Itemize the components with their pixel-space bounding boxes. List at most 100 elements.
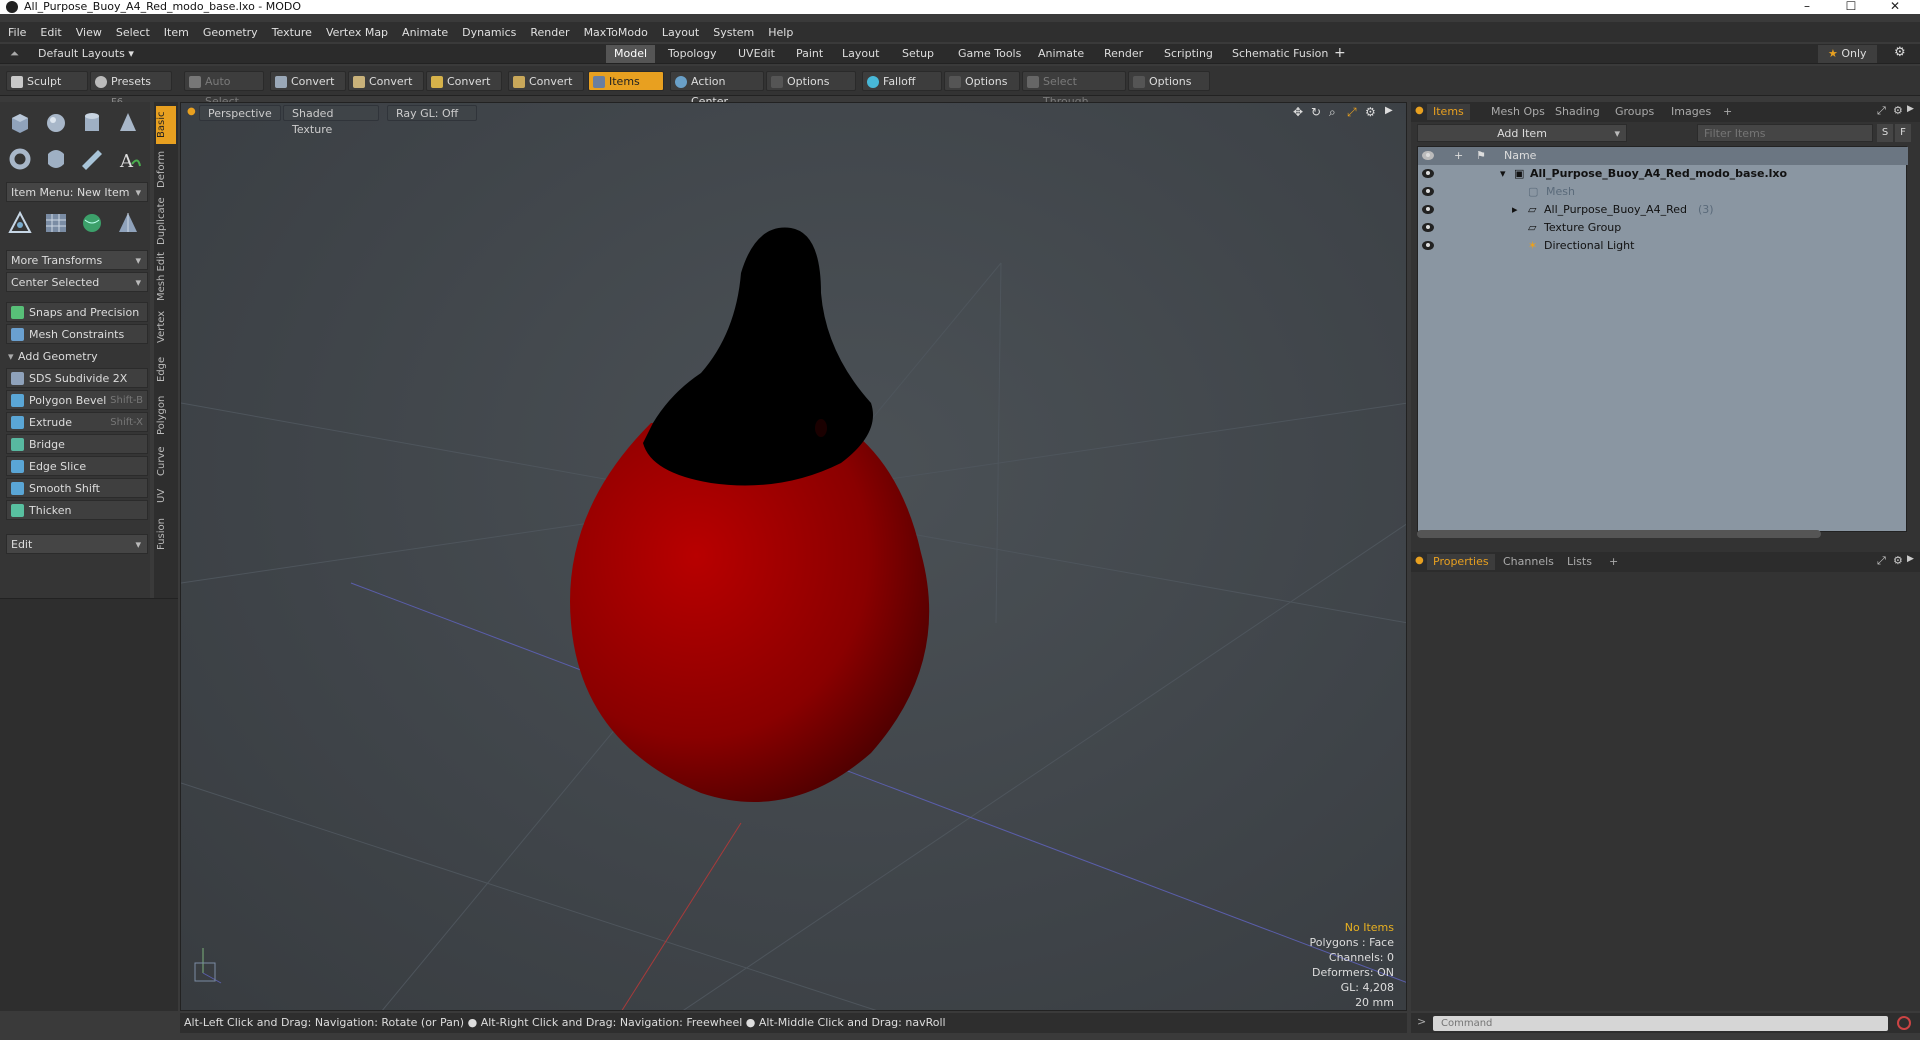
menu-maxtomodo[interactable]: MaxToModo: [584, 26, 648, 39]
action-center-button[interactable]: Action Center: [670, 71, 764, 108]
pen-icon[interactable]: [76, 144, 108, 174]
panel-settings-icon[interactable]: ⚙: [1893, 104, 1903, 117]
edge-slice-button[interactable]: Edge Slice: [6, 456, 148, 476]
minimize-icon[interactable]: –: [1784, 0, 1830, 14]
menu-select[interactable]: Select: [116, 26, 150, 39]
menu-file[interactable]: File: [8, 26, 26, 39]
tab-layout[interactable]: Layout: [834, 45, 887, 63]
vtab-deform[interactable]: Deform: [156, 148, 176, 190]
tab-scripting[interactable]: Scripting: [1156, 45, 1221, 63]
vtab-vertex[interactable]: Vertex: [156, 308, 176, 346]
tab-model[interactable]: Model: [606, 45, 656, 63]
vtab-curve[interactable]: Curve: [156, 444, 176, 478]
edit-dropdown[interactable]: Edit: [6, 534, 148, 555]
filter-f-button[interactable]: F: [1895, 124, 1911, 142]
item-tree-scrollbar[interactable]: [1417, 530, 1821, 538]
panel-menu-icon[interactable]: ▶: [1907, 104, 1914, 114]
snaps-precision-button[interactable]: Snaps and Precision: [6, 302, 148, 322]
cylinder-icon[interactable]: [76, 108, 108, 138]
tab-properties[interactable]: Properties: [1427, 554, 1495, 570]
buoy-model[interactable]: [570, 227, 930, 802]
transform-icon[interactable]: [4, 208, 36, 238]
text-icon[interactable]: A: [112, 144, 144, 174]
mesh-constraints-button[interactable]: Mesh Constraints: [6, 324, 148, 344]
sphere-icon[interactable]: [40, 108, 72, 138]
tab-channels[interactable]: Channels: [1497, 554, 1560, 570]
convert-polygon-button[interactable]: Convert: [426, 71, 502, 91]
convert-edge-button[interactable]: Convert: [348, 71, 424, 91]
expand-panel-icon[interactable]: ⤢: [1877, 104, 1886, 118]
vtab-uv[interactable]: UV: [156, 484, 176, 508]
tree-row-mesh[interactable]: ▢ Mesh: [1418, 183, 1908, 201]
add-tab-icon[interactable]: +: [1334, 45, 1346, 61]
cone-icon[interactable]: [112, 108, 144, 138]
visibility-icon[interactable]: [1422, 169, 1434, 178]
select-options-button[interactable]: Options: [1128, 71, 1210, 91]
falloff-button[interactable]: Falloff: [862, 71, 942, 91]
vtab-mesh-edit[interactable]: Mesh Edit: [156, 252, 176, 302]
tree-row-scene[interactable]: ▾ ▣ All_Purpose_Buoy_A4_Red_modo_base.lx…: [1418, 165, 1908, 183]
grid-icon[interactable]: [40, 208, 72, 238]
pyramid-icon[interactable]: [112, 208, 144, 238]
expand-icon[interactable]: ▸: [1512, 201, 1518, 219]
center-selected-dropdown[interactable]: Center Selected: [6, 272, 148, 293]
menu-geometry[interactable]: Geometry: [203, 26, 258, 39]
more-transforms-dropdown[interactable]: More Transforms: [6, 250, 148, 271]
menu-dynamics[interactable]: Dynamics: [462, 26, 516, 39]
tree-row-light[interactable]: ✶ Directional Light: [1418, 237, 1908, 255]
vtab-polygon[interactable]: Polygon: [156, 392, 176, 438]
sds-subdivide-button[interactable]: SDS Subdivide 2X: [6, 368, 148, 388]
menu-layout[interactable]: Layout: [662, 26, 699, 39]
visibility-icon[interactable]: [1422, 187, 1434, 196]
vtab-edge[interactable]: Edge: [156, 352, 176, 386]
items-mode-button[interactable]: Items: [588, 71, 664, 91]
collapse-icon[interactable]: ▾: [1500, 165, 1506, 183]
convert-vertex-button[interactable]: Convert: [270, 71, 346, 91]
default-layouts-dropdown[interactable]: Default Layouts ▾: [38, 47, 134, 60]
add-panel-tab-icon[interactable]: +: [1603, 554, 1624, 570]
add-item-dropdown[interactable]: Add Item ▾: [1417, 124, 1627, 142]
falloff-options-button[interactable]: Options: [944, 71, 1020, 91]
3d-viewport[interactable]: ● Perspective Shaded Texture Ray GL: Off…: [180, 102, 1407, 1011]
menu-animate[interactable]: Animate: [402, 26, 448, 39]
polygon-bevel-button[interactable]: Polygon Bevel Shift-B: [6, 390, 148, 410]
menu-edit[interactable]: Edit: [40, 26, 61, 39]
extrude-button[interactable]: Extrude Shift-X: [6, 412, 148, 432]
layout-toggle-icon[interactable]: ⏶: [10, 47, 19, 61]
tab-mesh-ops[interactable]: Mesh Ops: [1485, 104, 1551, 120]
vtab-fusion[interactable]: Fusion: [156, 514, 176, 554]
add-panel-tab-icon[interactable]: +: [1717, 104, 1738, 120]
tab-topology[interactable]: Topology: [660, 45, 725, 63]
visibility-icon[interactable]: [1422, 223, 1434, 232]
filter-items-input[interactable]: [1697, 124, 1873, 142]
close-icon[interactable]: ✕: [1872, 0, 1918, 14]
presets-button[interactable]: Presets F6: [90, 71, 172, 108]
vtab-duplicate[interactable]: Duplicate: [156, 196, 176, 246]
convert-material-button[interactable]: Convert: [508, 71, 584, 91]
item-menu-dropdown[interactable]: Item Menu: New Item: [6, 182, 148, 203]
panel-menu-icon[interactable]: ▶: [1907, 554, 1914, 564]
menu-help[interactable]: Help: [768, 26, 793, 39]
tab-uvedit[interactable]: UVEdit: [730, 45, 783, 63]
globe-icon[interactable]: [76, 208, 108, 238]
menu-vertex-map[interactable]: Vertex Map: [326, 26, 388, 39]
smooth-shift-button[interactable]: Smooth Shift: [6, 478, 148, 498]
tab-schematic-fusion[interactable]: Schematic Fusion: [1224, 45, 1336, 63]
tab-lists[interactable]: Lists: [1561, 554, 1598, 570]
only-toggle[interactable]: ★ Only: [1818, 45, 1877, 63]
name-column-header[interactable]: Name: [1504, 147, 1536, 165]
bridge-button[interactable]: Bridge: [6, 434, 148, 454]
tab-shading[interactable]: Shading: [1549, 104, 1606, 120]
tab-setup[interactable]: Setup: [894, 45, 942, 63]
expand-panel-icon[interactable]: ⤢: [1877, 554, 1886, 568]
action-center-options-button[interactable]: Options: [766, 71, 856, 91]
add-geometry-header[interactable]: ▾ Add Geometry: [6, 348, 148, 366]
menu-texture[interactable]: Texture: [272, 26, 312, 39]
maximize-icon[interactable]: ☐: [1828, 0, 1874, 14]
menu-system[interactable]: System: [713, 26, 754, 39]
menu-render[interactable]: Render: [530, 26, 569, 39]
auto-select-button[interactable]: Auto Select: [184, 71, 264, 108]
tree-row-texture-group[interactable]: ▱ Texture Group: [1418, 219, 1908, 237]
filter-s-button[interactable]: S: [1877, 124, 1893, 142]
record-icon[interactable]: [1897, 1016, 1911, 1030]
